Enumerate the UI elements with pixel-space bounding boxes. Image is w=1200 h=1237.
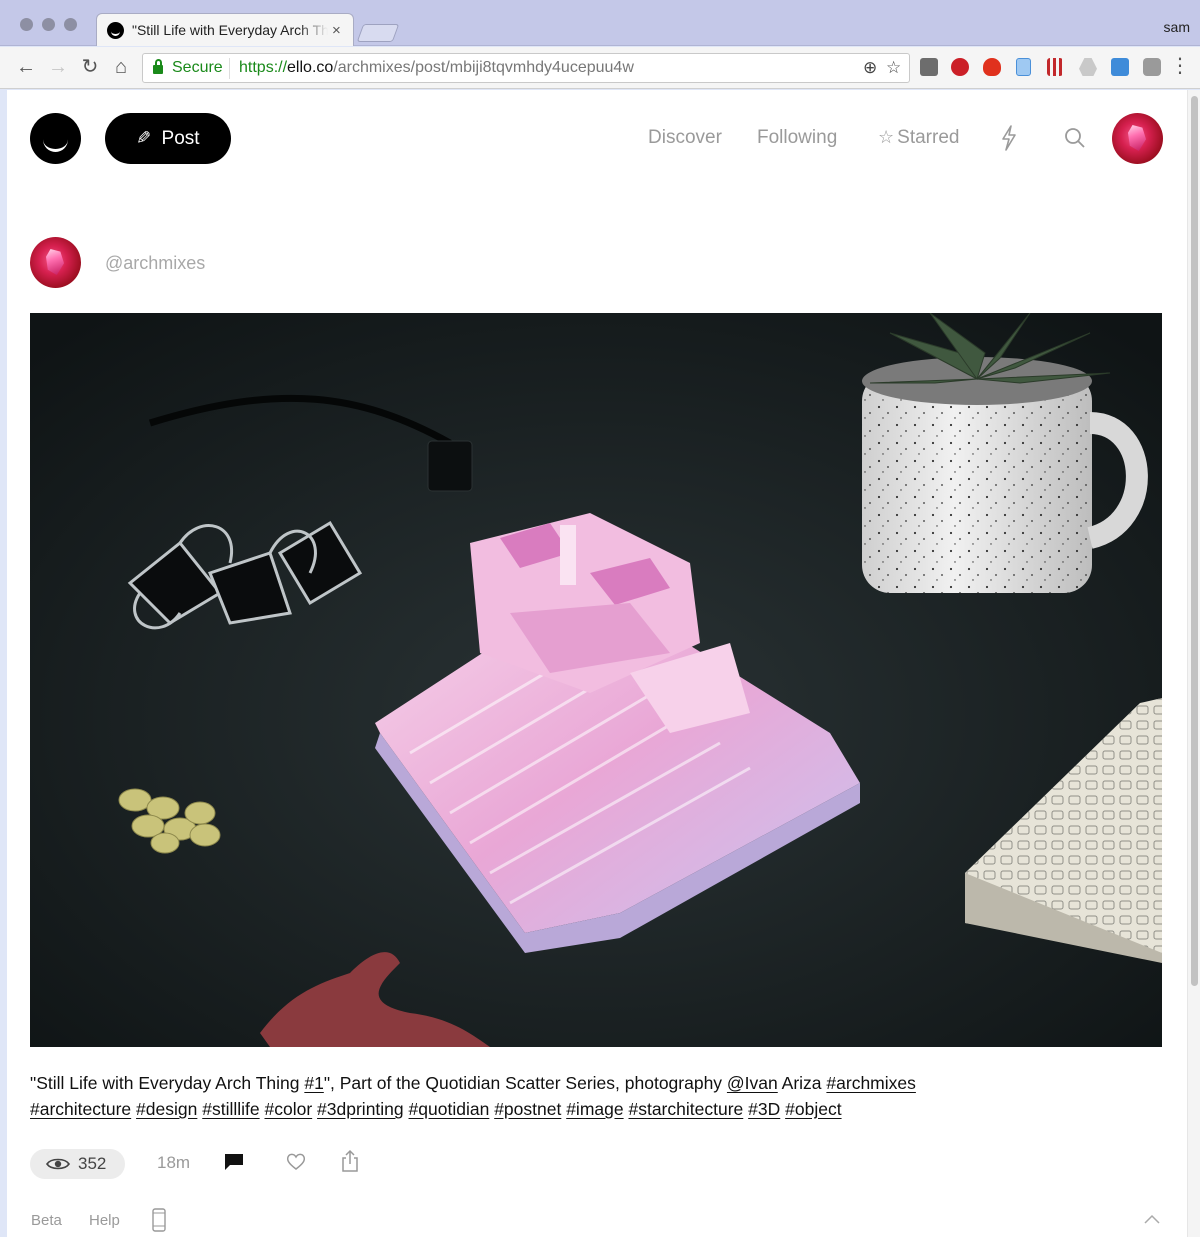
camera-extension-icon[interactable] [1143, 58, 1161, 76]
nav-starred-label: Starred [897, 127, 960, 148]
forward-arrow-icon[interactable]: → [47, 56, 69, 78]
maximize-window-button[interactable] [64, 18, 77, 31]
scrollbar-thumb[interactable] [1191, 96, 1198, 986]
mobile-app-icon[interactable] [152, 1208, 166, 1232]
bolt-icon[interactable] [1001, 125, 1017, 151]
reload-icon[interactable]: ↻ [79, 56, 101, 78]
avatar-gem-image [1128, 125, 1146, 151]
bookmark-star-icon[interactable]: ☆ [886, 58, 901, 78]
hashtag-link[interactable]: #archmixes [826, 1073, 915, 1093]
back-arrow-icon[interactable]: ← [15, 56, 37, 78]
pinterest-icon[interactable] [951, 58, 969, 76]
browser-tab[interactable]: "Still Life with Everyday Arch Thing #1"… [96, 13, 354, 46]
post-photo-illustration [30, 313, 1162, 1047]
browser-toolbar: ← → ↻ ⌂ Secure https://ello.co/archmixes… [0, 47, 1200, 89]
ello-logo[interactable] [30, 113, 81, 164]
hashtag-link[interactable]: #design [136, 1099, 197, 1119]
browser-menu-icon[interactable]: ⋮ [1170, 56, 1190, 76]
views-number: 352 [78, 1154, 107, 1173]
hashtag-link[interactable]: #1 [304, 1073, 323, 1093]
ello-favicon-icon [107, 21, 124, 39]
post-timestamp[interactable]: 18m [157, 1153, 190, 1173]
caption-text-1: "Still Life with Everyday Arch Thing [30, 1073, 305, 1093]
resize-extension-icon[interactable] [1111, 58, 1129, 76]
zoom-icon[interactable]: ⊕ [863, 58, 877, 78]
hashtag-link[interactable]: #3dprinting [317, 1099, 404, 1119]
text-extension-icon[interactable] [920, 58, 938, 76]
hashtag-link[interactable]: #postnet [494, 1099, 561, 1119]
views-count[interactable]: 352 [30, 1149, 125, 1179]
post-button-label: Post [161, 127, 200, 149]
drive-icon[interactable] [1079, 58, 1097, 76]
page-content: ✎ Post Discover Following ☆ Starred @arch… [7, 90, 1187, 1237]
page-scrollbar[interactable] [1187, 90, 1200, 1237]
nav-discover[interactable]: Discover [648, 127, 722, 149]
post-button[interactable]: ✎ Post [105, 113, 231, 164]
caption-text-2: ", Part of the Quotidian Scatter Series,… [323, 1073, 727, 1093]
hashtag-link[interactable]: #image [566, 1099, 623, 1119]
new-tab-button[interactable] [356, 24, 400, 42]
nav-starred[interactable]: ☆ Starred [878, 127, 959, 149]
url-host: ello.co [287, 59, 334, 76]
secure-label: Secure [172, 59, 223, 76]
caption-text-3: Ariza [777, 1073, 827, 1093]
hashtag-link[interactable]: #quotidian [409, 1099, 490, 1119]
bars-extension-icon[interactable] [1047, 58, 1063, 76]
tab-close-icon[interactable]: × [332, 22, 341, 39]
post-image[interactable] [30, 313, 1162, 1047]
url-text[interactable]: https://ello.co/archmixes/post/mbiji8tqv… [239, 59, 634, 77]
address-bar[interactable]: Secure https://ello.co/archmixes/post/mb… [142, 53, 910, 83]
hashtag-link[interactable]: #3D [748, 1099, 780, 1119]
url-scheme: https:// [239, 59, 288, 76]
footer-help-link[interactable]: Help [89, 1212, 120, 1229]
hashtag-link[interactable]: #architecture [30, 1099, 131, 1119]
hashtag-link[interactable]: #color [265, 1099, 313, 1119]
hashtag-link[interactable]: #stilllife [202, 1099, 259, 1119]
user-avatar[interactable] [1112, 113, 1163, 164]
pencil-icon: ✎ [136, 128, 152, 148]
footer-beta-link[interactable]: Beta [31, 1212, 62, 1229]
browser-tab-bar: "Still Life with Everyday Arch Thing #1"… [0, 0, 1200, 46]
omnibox-divider [229, 58, 230, 79]
close-window-button[interactable] [20, 18, 33, 31]
author-avatar[interactable] [30, 237, 81, 288]
post-caption: "Still Life with Everyday Arch Thing #1"… [30, 1070, 1162, 1122]
url-path: /archmixes/post/mbiji8tqvmhdy4ucepuu4w [333, 59, 634, 76]
scroll-to-top-icon[interactable] [1144, 1214, 1160, 1224]
share-icon[interactable] [341, 1149, 359, 1173]
home-icon[interactable]: ⌂ [110, 56, 132, 78]
tab-title: "Still Life with Everyday Arch Thing #1" [132, 22, 328, 38]
star-icon: ☆ [878, 127, 895, 147]
secure-indicator[interactable]: Secure [153, 59, 223, 77]
mention-link[interactable]: @Ivan [727, 1073, 778, 1093]
lock-icon [153, 59, 163, 74]
author-gem-image [46, 249, 64, 275]
comment-icon[interactable] [224, 1153, 244, 1171]
hashtag-link[interactable]: #object [785, 1099, 841, 1119]
adblock-icon[interactable] [983, 58, 1001, 76]
browser-profile-name[interactable]: sam [1164, 19, 1190, 35]
eye-icon [46, 1158, 70, 1170]
search-icon[interactable] [1064, 127, 1086, 149]
nav-following[interactable]: Following [757, 127, 837, 149]
minimize-window-button[interactable] [42, 18, 55, 31]
hashtag-link[interactable]: #starchitecture [628, 1099, 743, 1119]
author-username[interactable]: @archmixes [105, 253, 205, 274]
heart-icon[interactable] [286, 1153, 306, 1171]
docs-icon[interactable] [1016, 58, 1031, 76]
